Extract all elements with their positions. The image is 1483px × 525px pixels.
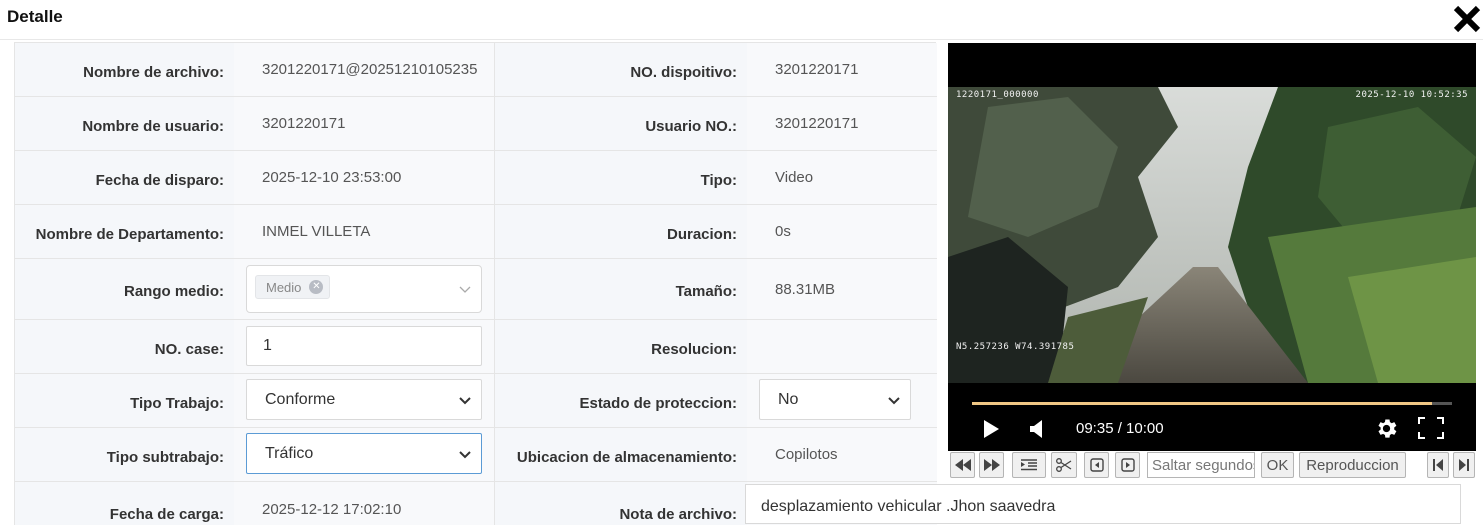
rewind-icon[interactable] <box>950 452 975 478</box>
label-rango-medio: Rango medio: <box>124 283 224 300</box>
value-duration: 0s <box>747 205 937 258</box>
label-work-type: Tipo Trabajo: <box>130 394 224 412</box>
label-protection-state: Estado de proteccion: <box>579 394 737 412</box>
case-number-value: 1 <box>263 337 272 354</box>
settings-gear-icon[interactable] <box>1374 416 1399 446</box>
time-display: 09:35 / 10:00 <box>1076 420 1164 437</box>
tag-remove-icon[interactable]: ✕ <box>309 280 324 294</box>
label-upload-date: Fecha de carga: <box>109 506 224 523</box>
volume-icon[interactable] <box>1029 419 1044 444</box>
fast-forward-icon[interactable] <box>979 452 1004 478</box>
label-device-no: NO. dispoitivo: <box>630 63 737 81</box>
dialog-header: Detalle <box>0 0 1483 40</box>
seek-seconds-input[interactable]: Saltar segundos <box>1147 452 1255 478</box>
form-row: Nombre de usuario: 3201220171 Usuario NO… <box>15 97 937 151</box>
value-size: 88.31MB <box>747 259 937 319</box>
sub-work-type-value: Tráfico <box>265 444 314 462</box>
value-type: Video <box>747 151 937 204</box>
label-case-no: NO. case: <box>154 340 224 358</box>
chevron-down-icon <box>459 450 471 458</box>
file-note-input[interactable]: desplazamiento vehicular .Jhon saavedra <box>745 484 1461 524</box>
form-row: Fecha de disparo: 2025-12-10 23:53:00 Ti… <box>15 151 937 205</box>
label-type: Tipo: <box>700 171 737 189</box>
work-type-select[interactable]: Conforme <box>246 379 482 420</box>
chevron-down-icon <box>459 396 471 404</box>
value-user-name: 3201220171 <box>234 97 495 150</box>
playback-button[interactable]: Reproduccion <box>1299 452 1406 478</box>
scissors-icon[interactable] <box>1051 452 1077 478</box>
previous-frame-icon[interactable] <box>1084 452 1109 478</box>
dialog-title: Detalle <box>7 7 63 26</box>
label-storage-location: Ubicacion de almacenamiento: <box>516 448 737 466</box>
value-device-no: 3201220171 <box>747 43 937 96</box>
label-trigger-date: Fecha de disparo: <box>95 171 224 189</box>
protection-state-value: No <box>778 390 799 408</box>
value-trigger-date: 2025-12-10 23:53:00 <box>234 151 495 204</box>
label-file-name: Nombre de archivo: <box>83 63 224 81</box>
progress-fill <box>972 402 1432 405</box>
next-frame-icon[interactable] <box>1115 452 1140 478</box>
case-number-input[interactable]: 1 <box>246 326 482 366</box>
osd-camera-id: 1220171_000000 <box>956 90 1039 100</box>
play-icon[interactable] <box>983 419 1000 444</box>
video-frame-image <box>948 87 1476 383</box>
label-department: Nombre de Departamento: <box>35 225 224 243</box>
ok-button[interactable]: OK <box>1261 452 1294 478</box>
label-file-note: Nota de archivo: <box>619 506 737 523</box>
chevron-down-icon <box>459 286 471 293</box>
indent-list-icon[interactable] <box>1012 452 1046 478</box>
rango-medio-select[interactable]: Medio ✕ <box>246 265 482 313</box>
value-resolution <box>747 320 937 373</box>
value-file-name: 3201220171@20251210105235 <box>234 43 495 96</box>
file-note-value: desplazamiento vehicular .Jhon saavedra <box>761 498 1056 515</box>
osd-gps: N5.257236 W74.391785 <box>956 342 1075 352</box>
value-department: INMEL VILLETA <box>234 205 495 258</box>
label-duration: Duracion: <box>666 225 737 243</box>
chevron-down-icon <box>888 396 900 404</box>
rango-medio-tag-label: Medio <box>266 279 302 295</box>
label-user-no: Usuario NO.: <box>645 117 737 135</box>
label-user-name: Nombre de usuario: <box>82 117 224 135</box>
work-type-value: Conforme <box>265 390 336 408</box>
close-icon[interactable] <box>1452 3 1482 35</box>
form-row: Nombre de archivo: 3201220171@2025121010… <box>15 43 937 97</box>
skip-to-end-icon[interactable] <box>1453 452 1475 478</box>
protection-state-select[interactable]: No <box>759 379 911 420</box>
label-sub-work-type: Tipo subtrabajo: <box>106 448 224 466</box>
label-size: Tamaño: <box>675 283 737 300</box>
rango-medio-tag: Medio ✕ <box>255 275 331 299</box>
progress-bar[interactable] <box>972 402 1452 405</box>
sub-work-type-select[interactable]: Tráfico <box>246 433 482 474</box>
video-frame[interactable]: 1220171_000000 2025-12-10 10:52:35 N5.25… <box>948 87 1476 383</box>
fullscreen-icon[interactable] <box>1418 417 1444 444</box>
skip-to-start-icon[interactable] <box>1427 452 1449 478</box>
value-user-no: 3201220171 <box>747 97 937 150</box>
video-player[interactable]: 1220171_000000 2025-12-10 10:52:35 N5.25… <box>948 43 1476 451</box>
value-storage-location: Copilotos <box>747 428 937 481</box>
player-toolbar: Saltar segundos OK Reproduccion <box>948 451 1476 479</box>
value-upload-date: 2025-12-12 17:02:10 <box>234 482 495 525</box>
label-resolution: Resolucion: <box>651 340 737 358</box>
form-row: Nombre de Departamento: INMEL VILLETA Du… <box>15 205 937 259</box>
osd-timestamp: 2025-12-10 10:52:35 <box>1355 90 1468 100</box>
